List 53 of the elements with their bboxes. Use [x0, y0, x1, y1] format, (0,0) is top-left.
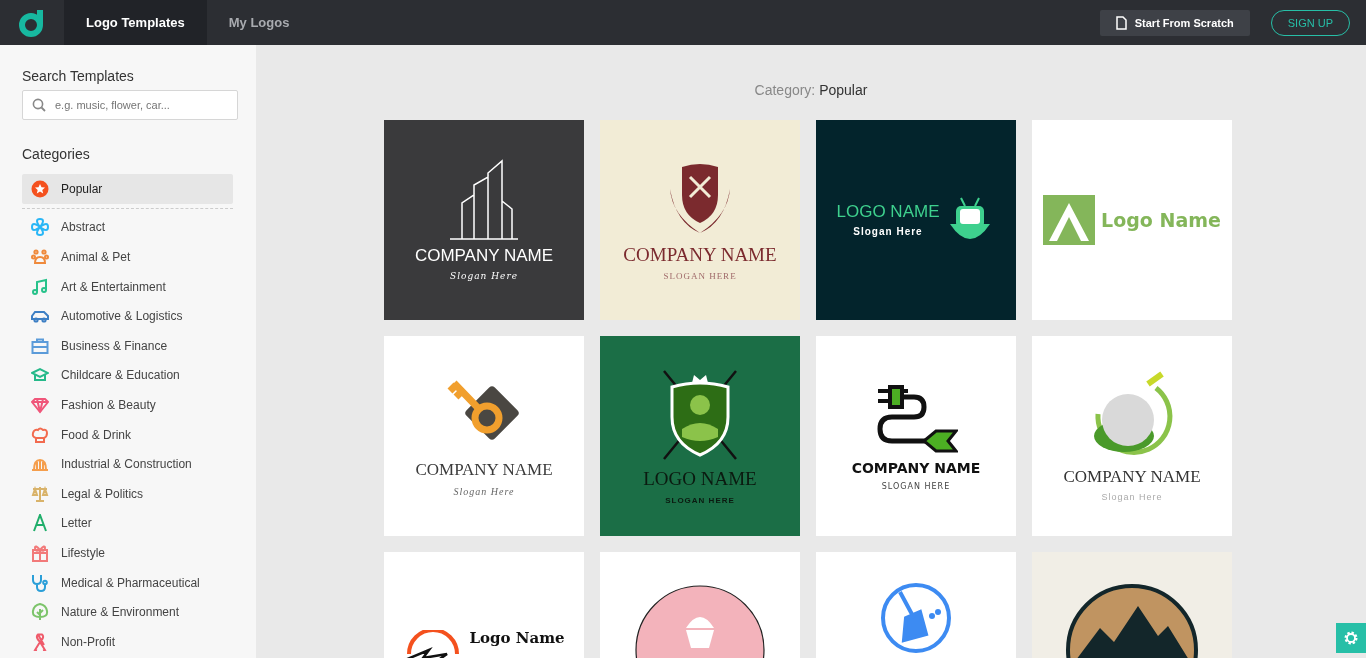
slogan-text: Slogan Here: [449, 271, 519, 282]
logo-name-text: COMPANY NAME: [851, 460, 981, 477]
logo-template-card[interactable]: COMPANY NAME Slogan Here: [384, 336, 584, 536]
logo-name-text: COMPANY NAME: [623, 244, 777, 266]
logo-name-text: Logo Name: [1101, 209, 1221, 231]
category-item[interactable]: Nature & Environment: [22, 597, 233, 627]
category-item[interactable]: Medical & Pharmaceutical: [22, 567, 233, 598]
category-item[interactable]: Letter: [22, 508, 233, 539]
slogan-text: Slogan Here: [1101, 492, 1163, 503]
slogan-text: Slogan Here: [453, 485, 515, 497]
logo-template-card[interactable]: COMPANY NAME Slogan Here: [1032, 336, 1232, 536]
category-item[interactable]: Animal & Pet: [22, 242, 233, 272]
logo-name-text: LOGO NAME: [836, 203, 940, 222]
letter-a-icon: [1043, 195, 1096, 245]
start-from-scratch-button[interactable]: Start From Scratch: [1099, 9, 1250, 36]
category-item[interactable]: Automotive & Logistics: [22, 301, 233, 331]
slogan-text: SLOGAN HERE: [665, 495, 735, 505]
category-item[interactable]: Lifestyle: [22, 538, 233, 568]
settings-button[interactable]: [1336, 623, 1366, 653]
broom-circle-icon: [880, 582, 952, 654]
category-item[interactable]: Industrial & Construction: [22, 449, 233, 479]
brand-logo-icon[interactable]: [18, 7, 46, 38]
search-heading: Search Templates: [22, 68, 135, 84]
categories-heading: Categories: [22, 146, 91, 162]
search-icon: [32, 98, 46, 112]
logo-template-card[interactable]: Logo Name: [384, 552, 584, 658]
category-item[interactable]: Childcare & Education: [22, 360, 233, 391]
slogan-text: Slogan Here: [853, 225, 923, 237]
logo-name-text: LOGO NAME: [643, 469, 757, 490]
category-item[interactable]: Business & Finance: [22, 330, 233, 361]
settings-icon: [1342, 629, 1360, 647]
logo-name-text: COMPANY NAME: [414, 246, 554, 266]
slogan-text: SLOGAN HERE: [663, 271, 737, 282]
category-item[interactable]: Art & Entertainment: [22, 271, 233, 302]
building-logo-icon: [448, 158, 520, 241]
logo-template-card[interactable]: COMPANY NAME SLOGAN HERE: [816, 336, 1016, 536]
logo-template-card[interactable]: LOGO NAME Slogan Here: [816, 120, 1016, 320]
document-icon: [1115, 15, 1127, 30]
nav-tab[interactable]: Logo Templates: [64, 0, 207, 45]
category-item[interactable]: Food & Drink: [22, 419, 233, 450]
category-item[interactable]: Fashion & Beauty: [22, 390, 233, 420]
category-title: Category: Popular: [754, 82, 868, 98]
category-item[interactable]: Legal & Politics: [22, 478, 233, 509]
logo-name-text: COMPANY NAME: [1063, 467, 1201, 487]
logo-name-text: Logo Name: [469, 630, 565, 647]
logo-template-card[interactable]: COMPANY NAME SLOGAN HERE: [600, 120, 800, 320]
search-field[interactable]: e.g. music, flower, car...: [22, 90, 238, 120]
slogan-text: SLOGAN HERE: [881, 482, 951, 492]
category-item[interactable]: Abstract: [22, 212, 233, 243]
nav-tab[interactable]: My Logos: [206, 0, 312, 45]
category-item[interactable]: Non-Profit: [22, 626, 233, 657]
logo-name-text: COMPANY NAME: [415, 461, 553, 480]
logo-template-card[interactable]: COMPANY NAME Slogan Here: [384, 120, 584, 320]
